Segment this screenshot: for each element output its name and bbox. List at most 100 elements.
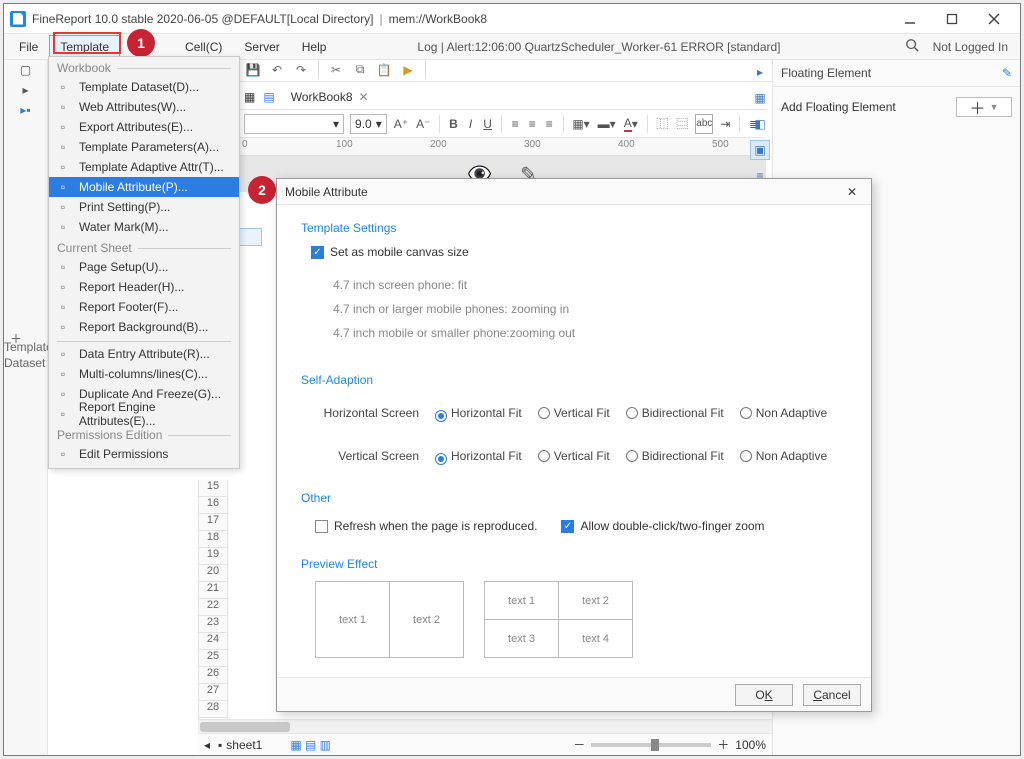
row-header[interactable]: 26	[198, 667, 228, 684]
font-family-select[interactable]: ▾	[244, 114, 344, 134]
hscrollbar[interactable]	[198, 719, 772, 733]
row-header[interactable]: 20	[198, 565, 228, 582]
indent-icon[interactable]: ⇥	[719, 114, 731, 134]
dd-item[interactable]: ▫Template Dataset(D)...	[49, 77, 239, 97]
cut-icon[interactable]: ✂	[327, 61, 345, 79]
sheet-views-icon[interactable]: ▦ ▤ ▥	[290, 738, 331, 752]
grid-icon[interactable]: ▦	[244, 90, 255, 104]
h-bidir-radio[interactable]	[626, 407, 638, 419]
workbook-tab[interactable]: WorkBook8 ✕	[283, 88, 377, 106]
add-floating-button[interactable]: ＋▼	[956, 97, 1012, 117]
menu-template[interactable]: Template	[49, 35, 120, 59]
align-left-icon[interactable]: ≡	[510, 114, 521, 134]
font-size-select[interactable]: 9.0 ▾	[350, 114, 387, 134]
align-center-icon[interactable]: ≡	[527, 114, 538, 134]
row-header[interactable]: 22	[198, 599, 228, 616]
h-verticalfit-radio[interactable]	[538, 407, 550, 419]
new-icon[interactable]: ▢	[4, 60, 47, 80]
dd-item[interactable]: ▫Data Entry Attribute(R)...	[49, 344, 239, 364]
unmerge-icon[interactable]: ⿳	[675, 114, 689, 134]
menu-cell[interactable]: Cell(C)	[174, 35, 233, 59]
dd-item[interactable]: ▫Web Attributes(W)...	[49, 97, 239, 117]
rtab-cell-icon[interactable]: ▦	[750, 88, 770, 108]
fill-color-icon[interactable]: ▬▾	[597, 114, 617, 134]
copy-icon[interactable]: ⧉	[351, 61, 369, 79]
row-header[interactable]: 18	[198, 531, 228, 548]
dd-item[interactable]: ▫Export Attributes(E)...	[49, 117, 239, 137]
row-header[interactable]: 17	[198, 514, 228, 531]
dd-item[interactable]: ▫Page Setup(U)...	[49, 257, 239, 277]
italic-icon[interactable]: I	[465, 114, 476, 134]
rtab-arrow-icon[interactable]: ▸	[750, 62, 770, 82]
v-nonadapt-radio[interactable]	[740, 450, 752, 462]
search-icon[interactable]	[905, 38, 919, 55]
v-verticalfit-radio[interactable]	[538, 450, 550, 462]
dd-item[interactable]: ▫Template Adaptive Attr(T)...	[49, 157, 239, 177]
dd-item[interactable]: ▫Water Mark(M)...	[49, 217, 239, 237]
dd-item[interactable]: ▫Report Background(B)...	[49, 317, 239, 337]
font-color-icon[interactable]: A▾	[623, 114, 639, 134]
tree-icon[interactable]: ▸▪	[4, 100, 47, 120]
dialog-title: Mobile Attribute	[285, 185, 368, 199]
dd-item[interactable]: ▫Mobile Attribute(P)...	[49, 177, 239, 197]
canvas-size-checkbox[interactable]: ✓	[311, 246, 324, 259]
dd-item[interactable]: ▫Report Footer(F)...	[49, 297, 239, 317]
menu-server[interactable]: Server	[233, 35, 290, 59]
zoom-slider[interactable]	[591, 743, 711, 747]
minimize-button[interactable]	[896, 8, 924, 30]
paste-icon[interactable]: 📋	[375, 61, 393, 79]
h-nonadapt-radio[interactable]	[740, 407, 752, 419]
dd-item[interactable]: ▫Report Header(H)...	[49, 277, 239, 297]
row-header[interactable]: 24	[198, 633, 228, 650]
v-horizontalfit-radio[interactable]	[435, 453, 447, 465]
row-header[interactable]: 15	[198, 480, 228, 497]
refresh-checkbox[interactable]	[315, 520, 328, 533]
row-header[interactable]: 16	[198, 497, 228, 514]
underline-icon[interactable]: U	[482, 114, 493, 134]
dialog-close-icon[interactable]: ✕	[841, 183, 863, 201]
cancel-button[interactable]: Cancel	[803, 684, 861, 706]
merge-icon[interactable]: ⿲	[655, 114, 669, 134]
app-icon	[10, 11, 26, 27]
form-icon[interactable]: ▤	[263, 90, 274, 104]
zoom-checkbox[interactable]: ✓	[561, 520, 574, 533]
row-header[interactable]: 25	[198, 650, 228, 667]
tab-close-icon[interactable]: ✕	[359, 90, 369, 104]
open-icon[interactable]: ▸	[4, 80, 47, 100]
row-header[interactable]: 28	[198, 701, 228, 718]
undo-icon[interactable]: ↶	[268, 61, 286, 79]
dd-item[interactable]: ▫Multi-columns/lines(C)...	[49, 364, 239, 384]
row-header[interactable]: 21	[198, 582, 228, 599]
v-bidir-radio[interactable]	[626, 450, 638, 462]
row-header[interactable]: 19	[198, 548, 228, 565]
login-status[interactable]: Not Logged In	[933, 40, 1008, 54]
font-dec-icon[interactable]: A⁻	[415, 114, 431, 134]
abc-icon[interactable]: abc	[695, 114, 713, 134]
menu-file[interactable]: File	[8, 35, 49, 59]
dd-item[interactable]: ▫Edit Permissions	[49, 444, 239, 464]
bold-icon[interactable]: B	[448, 114, 459, 134]
sheet-prev-icon[interactable]: ◂	[204, 738, 210, 752]
row-header[interactable]: 27	[198, 684, 228, 701]
maximize-button[interactable]	[938, 8, 966, 30]
row-header[interactable]: 23	[198, 616, 228, 633]
run-icon[interactable]: ▶	[399, 61, 417, 79]
dd-item[interactable]: ▫Print Setting(P)...	[49, 197, 239, 217]
rtab-float-icon[interactable]: ◧	[750, 114, 770, 134]
sheet-tab[interactable]: ▪ sheet1	[218, 738, 262, 752]
dd-item[interactable]: ▫Template Parameters(A)...	[49, 137, 239, 157]
font-inc-icon[interactable]: A⁺	[393, 114, 409, 134]
edit-pen-icon[interactable]: ✎	[1002, 66, 1012, 80]
zoom-in-icon[interactable]: ＋	[717, 736, 729, 753]
ok-button[interactable]: OK	[735, 684, 793, 706]
align-right-icon[interactable]: ≡	[544, 114, 555, 134]
close-button[interactable]	[980, 8, 1008, 30]
zoom-out-icon[interactable]: －	[573, 736, 585, 753]
redo-icon[interactable]: ↷	[292, 61, 310, 79]
save-icon[interactable]: 💾	[244, 61, 262, 79]
border-icon[interactable]: ▦▾	[571, 114, 590, 134]
rtab-select-icon[interactable]: ▣	[750, 140, 770, 160]
h-horizontalfit-radio[interactable]	[435, 410, 447, 422]
dd-item[interactable]: ▫Report Engine Attributes(E)...	[49, 404, 239, 424]
menu-help[interactable]: Help	[291, 35, 338, 59]
